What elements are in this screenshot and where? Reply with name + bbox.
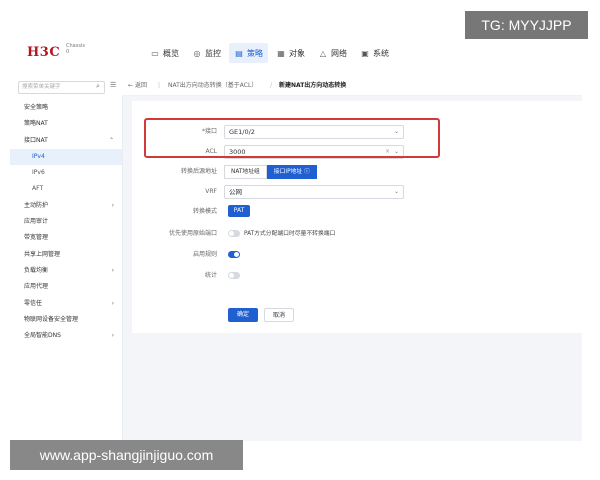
- breadcrumb-current: 新建NAT出方向动态转换: [279, 82, 347, 89]
- enable-label: 启用规则: [192, 251, 217, 258]
- sidebar-item-ipv4[interactable]: IPv4: [10, 148, 122, 166]
- monitor-icon: ▭: [151, 48, 159, 58]
- vrf-select[interactable]: 公网 ⌄: [224, 185, 404, 199]
- nat-address-group-option[interactable]: NAT地址组: [224, 165, 267, 179]
- grid-icon: ▦: [277, 48, 285, 58]
- chevron-up-icon: ⌃: [108, 136, 114, 144]
- h3c-logo: H3C: [27, 45, 61, 60]
- location-icon: ◎: [193, 48, 201, 58]
- translated-source-row: 转换后源地址 NAT地址组 接口IP地址 ⓘ: [132, 165, 582, 179]
- sidebar-item-iot-security[interactable]: 物联网设备安全管理: [10, 312, 122, 328]
- search-icon[interactable]: ⌕: [96, 82, 100, 91]
- chevron-right-icon: ›: [111, 201, 114, 209]
- sidebar-item-zero-trust[interactable]: 零信任 ›: [10, 296, 122, 312]
- vrf-label: VRF: [205, 188, 217, 195]
- chassis-label: Chassis 0: [66, 43, 85, 55]
- chevron-right-icon: ›: [111, 299, 114, 307]
- watermark-top: TG: MYYJJPP: [465, 11, 588, 39]
- translated-source-toggle: NAT地址组 接口IP地址 ⓘ: [224, 165, 317, 179]
- sidebar: 搜索菜单关键字 ⌕ ☰ 安全策略 策略NAT 接口NAT ⌃ IPv4 IPv6 …: [10, 76, 123, 441]
- translated-source-label: 转换后源地址: [180, 168, 217, 175]
- nav-overview[interactable]: ▭ 概览: [145, 43, 184, 63]
- sidebar-item-global-dns[interactable]: 全局智能DNS ›: [10, 328, 122, 344]
- priority-port-hint: PAT方式分配端口时尽量不转换端口: [244, 231, 336, 237]
- enable-row: 启用规则: [132, 248, 582, 262]
- priority-port-label: 优先使用原始端口: [168, 230, 217, 237]
- collapse-menu-icon[interactable]: ☰: [110, 81, 116, 89]
- sidebar-item-security-policy[interactable]: 安全策略: [10, 100, 122, 116]
- highlight-box: [144, 118, 440, 158]
- chevron-right-icon: ›: [111, 332, 114, 340]
- sidebar-item-bandwidth[interactable]: 带宽管理: [10, 230, 122, 246]
- app-window: H3C Chassis 0 ▭ 概览 ◎ 监控 ▤ 策略 ▦ 对象 △ 网络 ▣ 系统 搜索…: [10, 28, 582, 441]
- sidebar-item-interface-nat[interactable]: 接口NAT ⌃: [10, 133, 122, 149]
- sidebar-item-shared-internet[interactable]: 共享上网管理: [10, 247, 122, 263]
- sidebar-item-app-audit[interactable]: 应用审计: [10, 214, 122, 230]
- pat-mode-button[interactable]: PAT: [228, 205, 250, 217]
- ok-button[interactable]: 确定: [228, 308, 258, 322]
- stats-row: 统计: [132, 269, 582, 283]
- sidebar-item-load-balance[interactable]: 负载均衡 ›: [10, 263, 122, 279]
- network-icon: △: [319, 48, 327, 58]
- nav-object[interactable]: ▦ 对象: [271, 43, 310, 63]
- cancel-button[interactable]: 取消: [264, 308, 294, 322]
- stats-toggle[interactable]: [228, 272, 240, 279]
- sidebar-menu: 安全策略 策略NAT 接口NAT ⌃ IPv4 IPv6 AFT 主动防护 › 应用…: [10, 100, 122, 344]
- breadcrumb-parent[interactable]: NAT出方向动态转换（基于ACL）: [168, 76, 257, 95]
- chevron-right-icon: ›: [111, 266, 114, 274]
- stats-label: 统计: [204, 272, 217, 279]
- nav-system[interactable]: ▣ 系统: [355, 43, 394, 63]
- clipboard-icon: ▤: [235, 48, 243, 58]
- enable-toggle[interactable]: [228, 251, 240, 258]
- system-icon: ▣: [361, 48, 369, 58]
- sidebar-item-app-proxy[interactable]: 应用代理: [10, 279, 122, 295]
- breadcrumb-separator: /: [270, 82, 273, 89]
- main-nav: ▭ 概览 ◎ 监控 ▤ 策略 ▦ 对象 △ 网络 ▣ 系统: [145, 43, 397, 63]
- mode-label: 转换模式: [192, 208, 217, 215]
- nav-policy[interactable]: ▤ 策略: [229, 43, 268, 63]
- breadcrumb: ← 返回 | NAT出方向动态转换（基于ACL） / 新建NAT出方向动态转换: [122, 76, 582, 96]
- nav-network[interactable]: △ 网络: [313, 43, 352, 63]
- chevron-down-icon: ⌄: [393, 188, 399, 195]
- sidebar-item-aft[interactable]: AFT: [10, 181, 122, 197]
- nav-monitor[interactable]: ◎ 监控: [187, 43, 226, 63]
- menu-search-input[interactable]: 搜索菜单关键字: [18, 81, 105, 94]
- mode-row: 转换模式 PAT: [132, 205, 582, 219]
- priority-port-toggle[interactable]: [228, 230, 240, 237]
- sidebar-item-ipv6[interactable]: IPv6: [10, 165, 122, 181]
- interface-ip-option[interactable]: 接口IP地址 ⓘ: [266, 165, 317, 179]
- sidebar-item-active-defense[interactable]: 主动防护 ›: [10, 198, 122, 214]
- breadcrumb-separator: |: [158, 82, 161, 89]
- watermark-bottom: www.app-shangjinjiguo.com: [10, 440, 243, 470]
- back-link[interactable]: ← 返回: [128, 76, 147, 95]
- sidebar-item-policy-nat[interactable]: 策略NAT: [10, 116, 122, 132]
- priority-port-row: 优先使用原始端口 PAT方式分配端口时尽量不转换端口: [132, 227, 582, 241]
- vrf-row: VRF 公网 ⌄: [132, 185, 582, 199]
